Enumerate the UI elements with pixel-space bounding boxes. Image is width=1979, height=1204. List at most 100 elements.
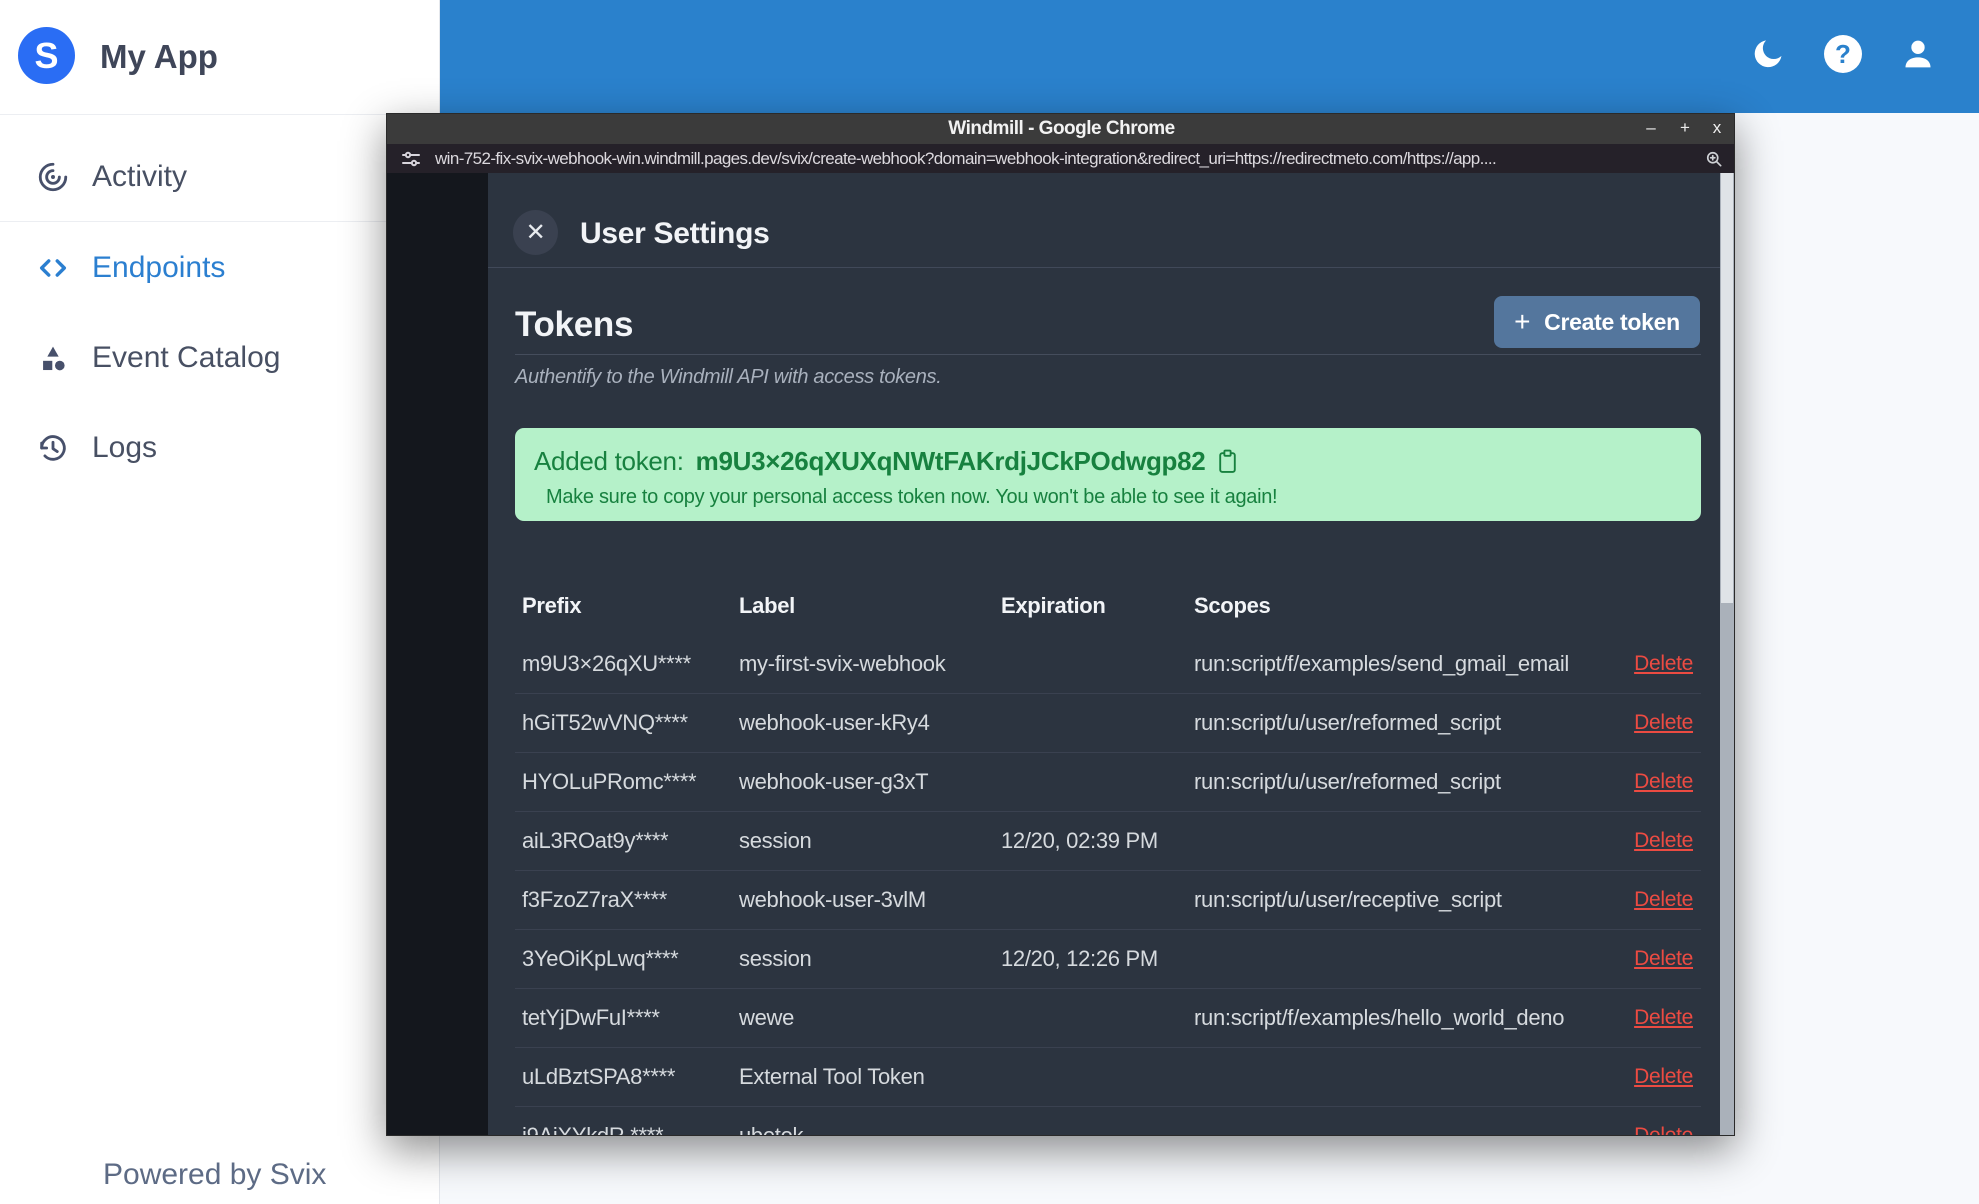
delete-token-link[interactable]: Delete — [1634, 652, 1693, 676]
activity-icon — [36, 160, 70, 194]
sidebar-header: S My App — [0, 0, 440, 115]
table-row: uLdBztSPA8**** External Tool Token Delet… — [515, 1047, 1701, 1106]
sidebar-item-label: Endpoints — [92, 251, 226, 284]
delete-token-link[interactable]: Delete — [1634, 770, 1693, 794]
token-scopes: run:script/u/user/reformed_script — [1194, 710, 1501, 735]
divider — [515, 354, 1701, 355]
endpoints-icon — [36, 251, 70, 285]
token-warning: Make sure to copy your personal access t… — [546, 486, 1278, 508]
added-token-intro: Added token: — [534, 446, 684, 476]
token-prefix: f3FzoZ7raX**** — [522, 887, 667, 912]
delete-token-link[interactable]: Delete — [1634, 711, 1693, 735]
window-title: Windmill - Google Chrome — [948, 118, 1175, 139]
added-token-line: Added token: m9U3×26qXUXqNWtFAKrdjJCkPOd… — [534, 446, 1238, 477]
token-label: ubetok — [739, 1123, 804, 1136]
token-label: my-first-svix-webhook — [739, 650, 946, 676]
account-button[interactable] — [1896, 32, 1940, 76]
token-label: session — [739, 946, 812, 971]
close-modal-button[interactable]: ✕ — [513, 210, 558, 255]
app-topbar: ? — [440, 0, 1979, 113]
create-token-label: Create token — [1544, 308, 1680, 335]
token-label: webhook-user-3vlM — [739, 887, 926, 912]
delete-token-link[interactable]: Delete — [1634, 1006, 1693, 1030]
table-row: f3FzoZ7raX**** webhook-user-3vlM run:scr… — [515, 870, 1701, 929]
table-row: tetYjDwFuI**** wewe run:script/f/example… — [515, 988, 1701, 1047]
window-titlebar[interactable]: Windmill - Google Chrome — [387, 114, 1734, 144]
table-row: HYOLuPRomc**** webhook-user-g3xT run:scr… — [515, 752, 1701, 811]
minimize-button[interactable]: – — [1639, 118, 1663, 140]
token-label: webhook-user-kRy4 — [739, 710, 930, 735]
token-scopes: run:script/f/examples/send_gmail_email — [1194, 650, 1569, 676]
sidebar-divider — [0, 221, 440, 222]
table-row: hGiT52wVNQ**** webhook-user-kRy4 run:scr… — [515, 693, 1701, 752]
header-label: Label — [739, 593, 795, 618]
maximize-button[interactable]: + — [1673, 118, 1697, 140]
sidebar-item-activity[interactable]: Activity — [0, 147, 440, 207]
event-catalog-icon — [36, 341, 70, 375]
app-title: My App — [100, 38, 218, 75]
dark-mode-toggle[interactable] — [1746, 32, 1790, 76]
token-label: wewe — [739, 1005, 795, 1030]
help-button[interactable]: ? — [1821, 32, 1865, 76]
table-row: i9AiXYkdR.**** ubetok Delete — [515, 1106, 1701, 1136]
token-label: session — [739, 828, 812, 853]
token-scopes: run:script/u/user/reformed_script — [1194, 769, 1501, 794]
token-value: m9U3×26qXUXqNWtFAKrdjJCkPOdwgp82 — [695, 446, 1206, 476]
tokens-table: Prefix Label Expiration Scopes m9U3×26qX… — [515, 578, 1701, 1136]
browser-content: ✕ User Settings Tokens + Create token Au… — [387, 173, 1734, 1136]
plus-icon: + — [1514, 306, 1531, 337]
table-row: aiL3ROat9y**** session 12/20, 02:39 PM D… — [515, 811, 1701, 870]
table-row: m9U3×26qXU**** my-first-svix-webhook run… — [515, 634, 1701, 693]
page-scrollbar-thumb[interactable] — [1721, 173, 1733, 603]
header-expiration: Expiration — [1001, 593, 1106, 618]
token-scopes: run:script/u/user/receptive_script — [1194, 887, 1502, 912]
copy-clipboard-icon[interactable] — [1217, 449, 1238, 474]
token-prefix: m9U3×26qXU**** — [522, 650, 691, 676]
delete-token-link[interactable]: Delete — [1634, 1124, 1693, 1135]
sidebar-item-label: Logs — [92, 431, 158, 464]
token-expiration: 12/20, 02:39 PM — [1001, 828, 1158, 853]
help-icon: ? — [1824, 35, 1862, 73]
create-token-button[interactable]: + Create token — [1494, 296, 1700, 348]
delete-token-link[interactable]: Delete — [1634, 829, 1693, 853]
sidebar: S My App Activity Endpoints Event Catalo… — [0, 0, 440, 1204]
header-prefix: Prefix — [522, 593, 582, 618]
sidebar-item-endpoints[interactable]: Endpoints — [0, 238, 440, 298]
delete-token-link[interactable]: Delete — [1634, 1065, 1693, 1089]
table-header-row: Prefix Label Expiration Scopes — [515, 578, 1701, 634]
user-icon — [1898, 34, 1938, 74]
user-settings-modal: ✕ User Settings Tokens + Create token Au… — [488, 173, 1728, 1136]
token-label: webhook-user-g3xT — [739, 769, 929, 794]
logs-icon — [36, 431, 70, 465]
token-prefix: i9AiXYkdR.**** — [522, 1123, 664, 1136]
screen: ? indmill ent Catalog S My App — [0, 0, 1979, 1204]
added-token-alert: Added token: m9U3×26qXUXqNWtFAKrdjJCkPOd… — [515, 428, 1701, 521]
zoom-search-icon[interactable] — [1704, 149, 1724, 169]
modal-title: User Settings — [580, 217, 770, 250]
divider — [488, 267, 1728, 268]
header-scopes: Scopes — [1194, 593, 1271, 618]
sidebar-item-event-catalog[interactable]: Event Catalog — [0, 328, 440, 388]
sidebar-item-logs[interactable]: Logs — [0, 418, 440, 478]
tokens-table-body: m9U3×26qXU**** my-first-svix-webhook run… — [515, 634, 1701, 1136]
token-prefix: uLdBztSPA8**** — [522, 1064, 676, 1089]
token-prefix: hGiT52wVNQ**** — [522, 710, 688, 735]
token-scopes: run:script/f/examples/hello_world_deno — [1194, 1005, 1565, 1030]
token-label: External Tool Token — [739, 1064, 925, 1089]
svix-logo: S — [18, 27, 75, 84]
token-prefix: HYOLuPRomc**** — [522, 769, 697, 794]
chrome-window: Windmill - Google Chrome – + x win-752-f… — [386, 113, 1735, 1136]
powered-by-svix: Powered by Svix — [103, 1158, 327, 1191]
token-prefix: tetYjDwFuI**** — [522, 1005, 660, 1030]
delete-token-link[interactable]: Delete — [1634, 888, 1693, 912]
delete-token-link[interactable]: Delete — [1634, 947, 1693, 971]
table-row: 3YeOiKpLwq**** session 12/20, 12:26 PM D… — [515, 929, 1701, 988]
url-bar[interactable]: win-752-fix-svix-webhook-win.windmill.pa… — [387, 144, 1734, 173]
close-window-button[interactable]: x — [1705, 118, 1729, 140]
url-text[interactable]: win-752-fix-svix-webhook-win.windmill.pa… — [435, 149, 1692, 169]
token-prefix: 3YeOiKpLwq**** — [522, 946, 679, 971]
sidebar-item-label: Event Catalog — [92, 341, 281, 374]
token-prefix: aiL3ROat9y**** — [522, 828, 669, 853]
site-controls-icon[interactable] — [399, 149, 423, 169]
tokens-heading: Tokens — [515, 305, 634, 344]
